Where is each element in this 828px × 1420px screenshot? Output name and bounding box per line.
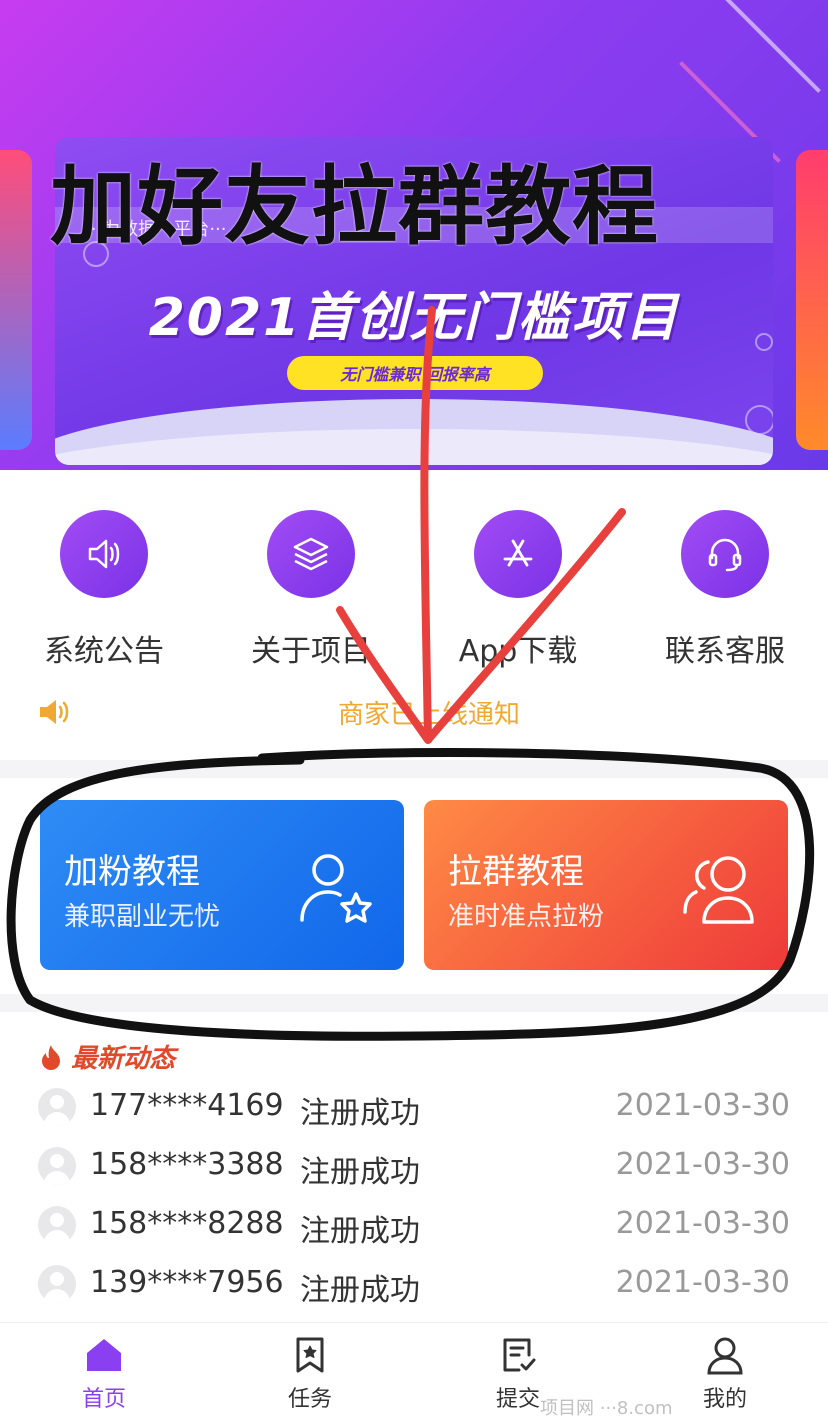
- notice-bar[interactable]: 商家已上线通知: [38, 694, 798, 730]
- section-divider: [0, 760, 828, 778]
- decor-streak: [719, 0, 821, 93]
- list-item: 177****4169 注册成功 2021-03-30: [38, 1078, 790, 1137]
- avatar: [38, 1147, 76, 1185]
- app-store-icon: [474, 510, 562, 598]
- headset-icon: [681, 510, 769, 598]
- menu-item-about[interactable]: 关于项目: [221, 510, 401, 670]
- list-item: 158****8288 注册成功 2021-03-30: [38, 1196, 790, 1255]
- tab-tasks[interactable]: 任务: [240, 1335, 380, 1413]
- carousel-prev-card[interactable]: [0, 150, 32, 450]
- group-tutorial-card[interactable]: 拉群教程 准时准点拉粉: [424, 800, 788, 970]
- phone-number: 158****8288: [90, 1206, 284, 1241]
- bookmark-icon: [296, 1337, 324, 1373]
- list-item: 158****3388 注册成功 2021-03-30: [38, 1137, 790, 1196]
- section-divider: [0, 994, 828, 1012]
- card-title: 加粉教程: [64, 852, 200, 892]
- phone-number: 177****4169: [90, 1088, 284, 1123]
- date-text: 2021-03-30: [615, 1265, 790, 1300]
- tab-label: 首页: [81, 1387, 126, 1412]
- phone-number: 139****7956: [90, 1265, 284, 1300]
- tab-home[interactable]: 首页: [34, 1335, 174, 1413]
- menu-item-app-download[interactable]: App下载: [428, 510, 608, 670]
- card-subtitle: 兼职副业无忧: [64, 902, 221, 932]
- overlay-title: 加好友拉群教程: [50, 157, 659, 257]
- group-icon: [683, 856, 754, 924]
- banner-pill: 无门槛兼职 回报率高: [287, 356, 543, 390]
- quick-menu: 系统公告 关于项目 App下载 联系客服: [0, 510, 828, 670]
- activity-feed: 177****4169 注册成功 2021-03-30 158****3388 …: [38, 1078, 790, 1314]
- layers-icon: [267, 510, 355, 598]
- menu-item-announcement[interactable]: 系统公告: [14, 510, 194, 670]
- feed-title-text: 最新动态: [71, 1044, 176, 1074]
- menu-item-label: App下载: [458, 634, 578, 669]
- banner-headline: 2021首创无门槛项目: [148, 288, 680, 348]
- menu-item-label: 联系客服: [665, 634, 785, 669]
- home-icon: [87, 1339, 121, 1371]
- user-star-icon: [300, 854, 372, 923]
- watermark: 项目网 ···8.com: [540, 1398, 673, 1419]
- date-text: 2021-03-30: [615, 1147, 790, 1182]
- tab-label: 任务: [287, 1387, 332, 1412]
- submit-icon: [503, 1338, 536, 1372]
- feed-title: 最新动态: [40, 1038, 175, 1075]
- card-title: 拉群教程: [448, 852, 584, 892]
- tab-label: 我的: [702, 1387, 747, 1412]
- list-item: 139****7956 注册成功 2021-03-30: [38, 1255, 790, 1314]
- card-subtitle: 准时准点拉粉: [448, 902, 605, 932]
- phone-number: 158****3388: [90, 1147, 284, 1182]
- date-text: 2021-03-30: [615, 1206, 790, 1241]
- speaker-icon: [60, 510, 148, 598]
- menu-item-label: 关于项目: [251, 634, 371, 669]
- avatar: [38, 1206, 76, 1244]
- speaker-small-icon: [40, 700, 69, 724]
- menu-item-label: 系统公告: [44, 634, 164, 669]
- user-icon: [707, 1337, 743, 1375]
- bottom-tab-bar: 首页 任务 提交 我的: [0, 1322, 828, 1419]
- menu-item-customer-service[interactable]: 联系客服: [635, 510, 815, 670]
- fire-icon: [42, 1045, 60, 1070]
- tab-profile[interactable]: 我的: [655, 1335, 795, 1413]
- status-text: 注册成功: [300, 1214, 420, 1249]
- date-text: 2021-03-30: [615, 1088, 790, 1123]
- avatar: [38, 1088, 76, 1126]
- status-text: 注册成功: [300, 1096, 420, 1131]
- notice-text: 商家已上线通知: [338, 700, 521, 730]
- avatar: [38, 1265, 76, 1303]
- status-text: 注册成功: [300, 1155, 420, 1190]
- add-fans-tutorial-card[interactable]: 加粉教程 兼职副业无忧: [40, 800, 404, 970]
- status-text: 注册成功: [300, 1273, 420, 1308]
